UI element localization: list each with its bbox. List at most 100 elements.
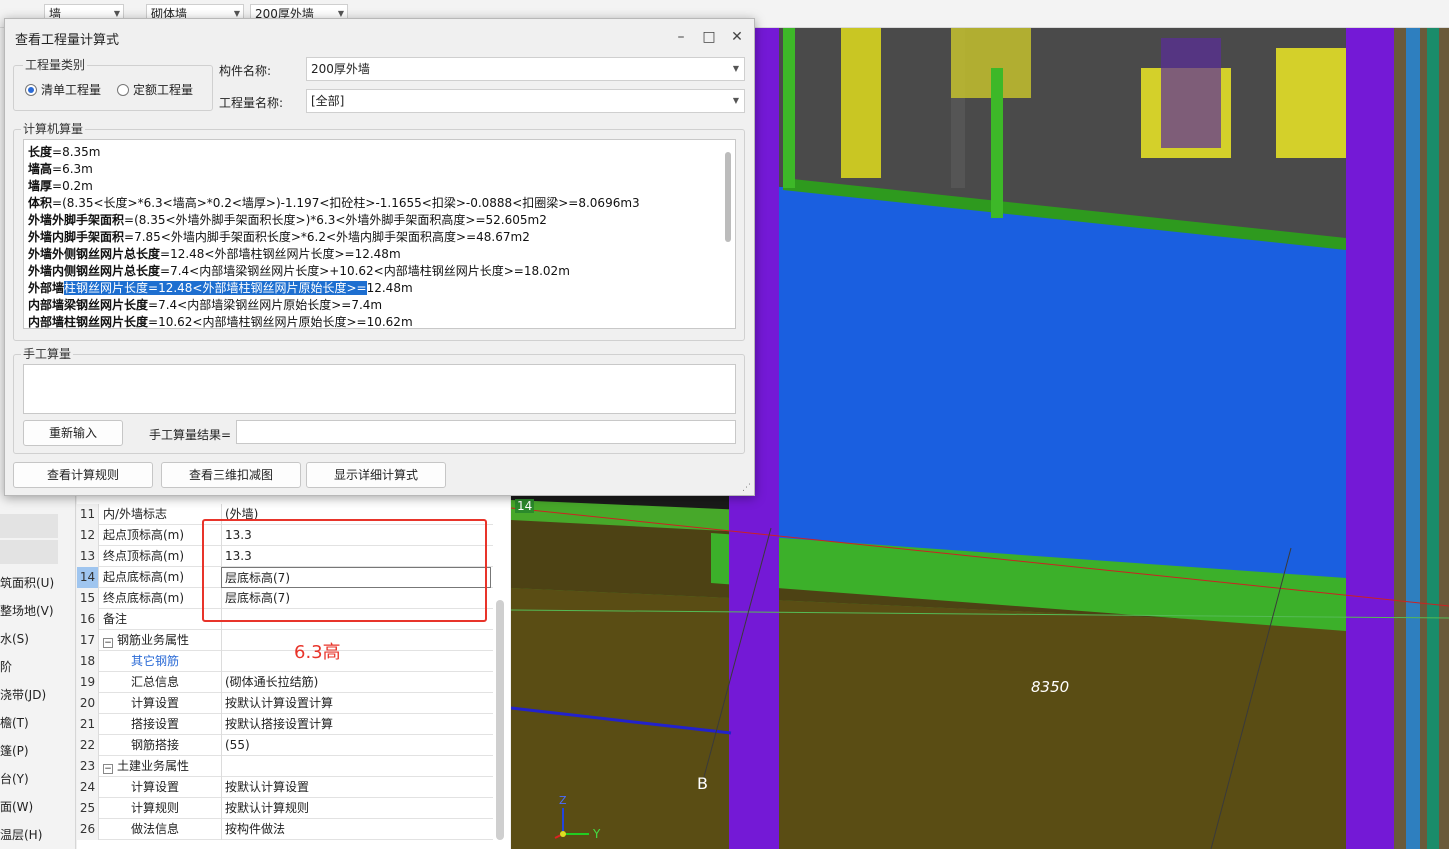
radio-quota-label: 定额工程量	[133, 83, 194, 97]
manual-result-label: 手工算量结果=	[149, 428, 232, 442]
property-group-label: 土建业务属性	[117, 759, 190, 773]
calc-line: 墙厚=0.2m	[28, 179, 93, 193]
row-number: 19	[77, 672, 99, 693]
chevron-down-icon: ▼	[732, 96, 739, 105]
left-nav-item[interactable]: 浇带(JD)	[0, 686, 76, 703]
manual-calc-textarea[interactable]	[23, 364, 736, 414]
chevron-down-icon: ▼	[732, 64, 739, 73]
table-row[interactable]: 25 计算规则 按默认计算规则	[77, 798, 493, 819]
property-value[interactable]: (砌体通长拉结筋)	[221, 672, 491, 693]
view-rule-button[interactable]: 查看计算规则	[13, 462, 153, 488]
axis-label: B	[697, 774, 708, 793]
annotation-text: 6.3高	[294, 642, 341, 663]
collapse-icon[interactable]: −	[103, 764, 113, 774]
left-nav-item[interactable]: 温层(H)	[0, 826, 76, 843]
show-detail-formula-button[interactable]: 显示详细计算式	[306, 462, 446, 488]
calc-line-selected: 外部墙柱钢丝网片长度=12.48<外部墙柱钢丝网片原始长度>=12.48m	[28, 281, 413, 295]
view-3d-deduct-button[interactable]: 查看三维扣减图	[161, 462, 301, 488]
left-nav-item[interactable]: 台(Y)	[0, 770, 76, 787]
table-row[interactable]: 21 搭接设置 按默认搭接设置计算	[77, 714, 493, 735]
row-number: 25	[77, 798, 99, 819]
property-value[interactable]: (55)	[221, 735, 491, 756]
row-number: 16	[77, 609, 99, 630]
left-nav-item[interactable]: 水(S)	[0, 630, 76, 647]
resize-grip-icon[interactable]: ⋰	[742, 483, 751, 493]
row-number: 21	[77, 714, 99, 735]
property-value[interactable]: 按默认计算规则	[221, 798, 491, 819]
calc-line: 墙高=6.3m	[28, 162, 93, 176]
table-row[interactable]: 18 其它钢筋	[77, 651, 493, 672]
dimension-label: 8350	[1031, 678, 1070, 696]
row-number: 17	[77, 630, 99, 651]
left-nav-item[interactable]: 面(W)	[0, 798, 76, 815]
computer-calc-label: 计算机算量	[21, 120, 86, 137]
collapse-icon[interactable]: −	[103, 638, 113, 648]
calc-textarea-scrollbar[interactable]	[725, 152, 731, 242]
table-row[interactable]: 20 计算设置 按默认计算设置计算	[77, 693, 493, 714]
row-number: 11	[77, 504, 99, 525]
left-nav-item[interactable]: 篷(P)	[0, 742, 76, 759]
calc-formula-dialog: 查看工程量计算式 – □ ✕ 工程量类别 清单工程量 定额工程量 构件名称: 2…	[4, 18, 755, 496]
left-nav-item[interactable]: 檐(T)	[0, 714, 76, 731]
row-number: 26	[77, 819, 99, 840]
row-number: 20	[77, 693, 99, 714]
table-row[interactable]: 22 钢筋搭接 (55)	[77, 735, 493, 756]
maximize-icon[interactable]: □	[699, 27, 719, 47]
table-row[interactable]: 17 − 钢筋业务属性	[77, 630, 493, 651]
component-name-label: 构件名称:	[219, 64, 272, 78]
highlight-box	[202, 519, 487, 622]
property-value[interactable]: 按默认计算设置	[221, 777, 491, 798]
calc-line: 外墙内侧钢丝网片总长度=7.4<内部墙梁钢丝网片长度>+10.62<内部墙柱钢丝…	[28, 264, 570, 278]
row-number: 24	[77, 777, 99, 798]
property-value	[221, 630, 491, 651]
row-number: 23	[77, 756, 99, 777]
qty-name-select[interactable]: [全部] ▼	[306, 89, 745, 113]
property-grid-scrollbar[interactable]	[496, 600, 504, 840]
calc-line: 外墙内脚手架面积=7.85<外墙内脚手架面积长度>*6.2<外墙内脚手架面积高度…	[28, 230, 530, 244]
table-row[interactable]: 23 − 土建业务属性	[77, 756, 493, 777]
property-group-label: 钢筋业务属性	[117, 633, 190, 647]
table-row[interactable]: 26 做法信息 按构件做法	[77, 819, 493, 840]
radio-icon	[117, 84, 129, 96]
close-icon[interactable]: ✕	[727, 27, 747, 47]
left-nav-item[interactable]: 整场地(V)	[0, 602, 76, 619]
calc-line: 外墙外侧钢丝网片总长度=12.48<外部墙柱钢丝网片长度>=12.48m	[28, 247, 401, 261]
grid-marker: 14	[515, 499, 535, 513]
calc-line: 内部墙柱钢丝网片长度=10.62<内部墙柱钢丝网片原始长度>=10.62m	[28, 315, 413, 329]
property-value[interactable]: 按默认计算设置计算	[221, 693, 491, 714]
calc-line: 外墙外脚手架面积=(8.35<外墙外脚手架面积长度>)*6.3<外墙外脚手架面积…	[28, 213, 547, 227]
row-number: 18	[77, 651, 99, 672]
table-row[interactable]: 19 汇总信息 (砌体通长拉结筋)	[77, 672, 493, 693]
property-value[interactable]	[221, 651, 491, 672]
axis-z-label: Z	[559, 794, 567, 807]
reinput-button[interactable]: 重新输入	[23, 420, 123, 446]
property-value[interactable]: 按构件做法	[221, 819, 491, 840]
row-number: 13	[77, 546, 99, 567]
qty-name-label: 工程量名称:	[219, 96, 284, 110]
property-value[interactable]: 按默认搭接设置计算	[221, 714, 491, 735]
qty-name-value: [全部]	[311, 94, 345, 108]
left-nav-item[interactable]: 阶	[0, 658, 76, 675]
row-number: 22	[77, 735, 99, 756]
manual-calc-label: 手工算量	[21, 345, 74, 362]
component-name-select[interactable]: 200厚外墙 ▼	[306, 57, 745, 81]
calc-formula-textarea[interactable]: 长度=8.35m 墙高=6.3m 墙厚=0.2m 体积=(8.35<长度>*6.…	[23, 139, 736, 329]
left-nav-item[interactable]: 筑面积(U)	[0, 574, 76, 591]
radio-quota-qty[interactable]: 定额工程量	[117, 81, 193, 98]
radio-list-qty[interactable]: 清单工程量	[25, 81, 101, 98]
calc-line: 长度=8.35m	[28, 145, 101, 159]
manual-result-input[interactable]	[236, 420, 736, 444]
selected-text: 柱钢丝网片长度=12.48<外部墙柱钢丝网片原始长度>=	[64, 281, 367, 295]
left-nav-selection	[0, 514, 58, 538]
property-value	[221, 756, 491, 777]
left-nav-selection	[0, 540, 58, 564]
radio-selected-icon	[25, 84, 37, 96]
minimize-icon[interactable]: –	[671, 27, 691, 47]
component-name-value: 200厚外墙	[311, 62, 370, 76]
axis-y-label: Y	[593, 827, 601, 841]
calc-line: 内部墙梁钢丝网片长度=7.4<内部墙梁钢丝网片原始长度>=7.4m	[28, 298, 383, 312]
property-group[interactable]: − 钢筋业务属性	[103, 630, 219, 650]
dialog-title: 查看工程量计算式	[15, 33, 120, 48]
table-row[interactable]: 24 计算设置 按默认计算设置	[77, 777, 493, 798]
property-group[interactable]: − 土建业务属性	[103, 756, 219, 776]
